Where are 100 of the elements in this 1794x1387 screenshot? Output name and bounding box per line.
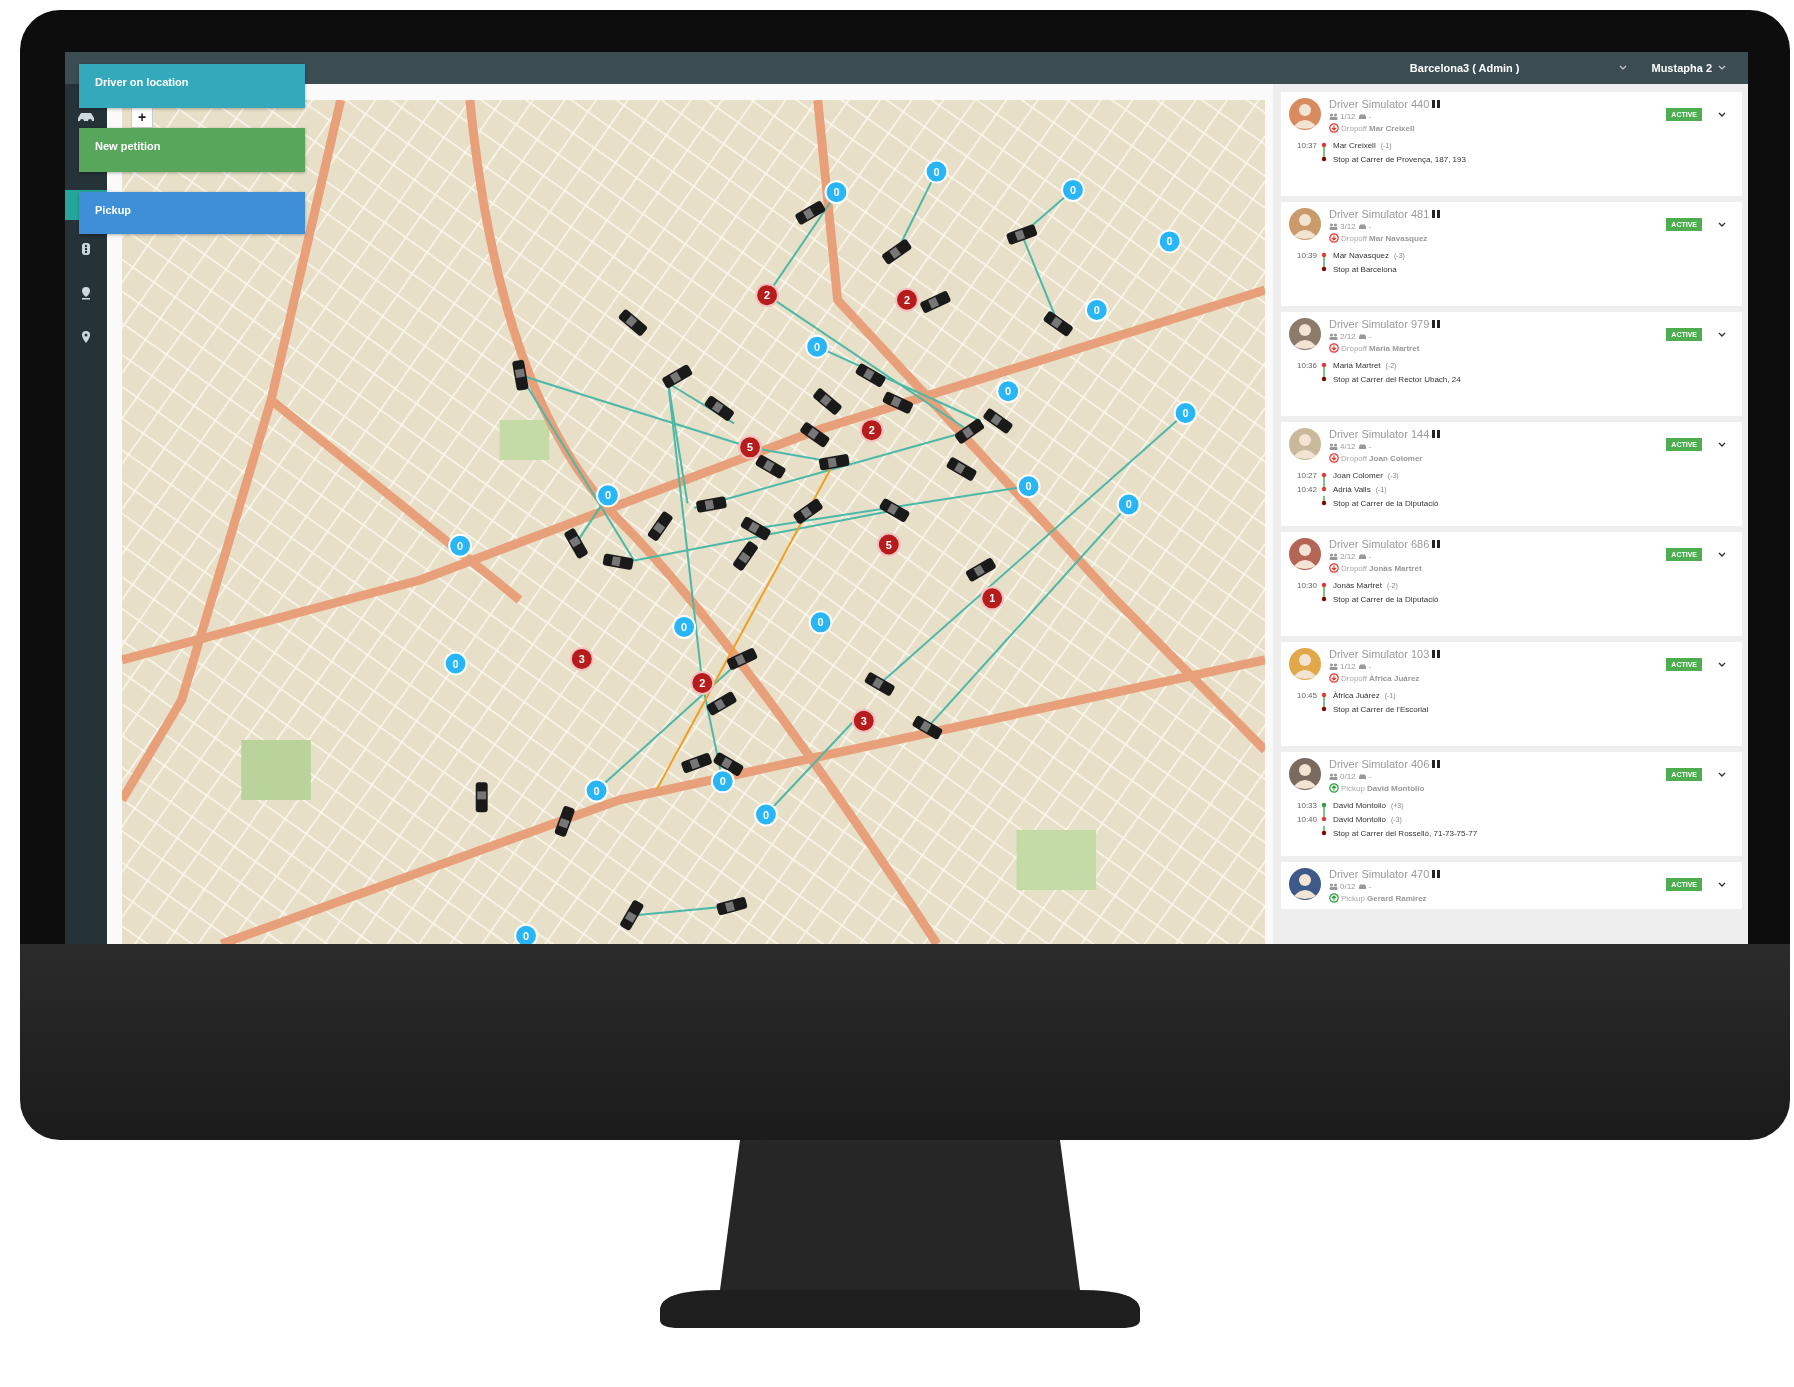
expand-button[interactable] bbox=[1718, 442, 1726, 448]
expand-button[interactable] bbox=[1718, 222, 1726, 228]
pickup-marker[interactable]: 0 bbox=[710, 769, 735, 794]
expand-button[interactable] bbox=[1718, 882, 1726, 888]
car-icon[interactable] bbox=[881, 238, 913, 266]
car-icon[interactable] bbox=[953, 417, 986, 445]
down-arrow-icon bbox=[1329, 233, 1339, 243]
pickup-marker[interactable]: 0 bbox=[808, 610, 833, 635]
car-icon[interactable] bbox=[695, 496, 728, 513]
final-stop: Stop at Barcelona bbox=[1333, 264, 1397, 274]
pickup-marker[interactable]: 0 bbox=[1116, 492, 1141, 517]
car-icon[interactable] bbox=[646, 510, 674, 542]
pickup-marker[interactable]: 0 bbox=[924, 159, 949, 184]
person-pin-icon bbox=[81, 286, 91, 300]
pickup-marker[interactable]: 0 bbox=[1016, 474, 1041, 499]
final-stop: Stop at Carrer del Rector Ubach, 24 bbox=[1333, 374, 1461, 384]
car-icon[interactable] bbox=[739, 515, 772, 542]
car-icon[interactable] bbox=[794, 200, 827, 226]
tenant-selector[interactable]: Barcelona3 ( Admin ) bbox=[1409, 62, 1520, 74]
car-icon bbox=[1357, 113, 1367, 120]
chevron-down-icon[interactable] bbox=[1718, 65, 1726, 71]
car-icon[interactable] bbox=[617, 308, 649, 337]
user-menu[interactable]: Mustapha 2 bbox=[1651, 62, 1712, 74]
car-icon[interactable] bbox=[680, 752, 713, 774]
car-icon[interactable] bbox=[754, 454, 787, 480]
up-arrow-icon bbox=[1329, 893, 1339, 903]
car-icon[interactable] bbox=[554, 805, 576, 838]
car-icon[interactable] bbox=[602, 553, 634, 571]
people-icon bbox=[1329, 883, 1338, 890]
car-icon[interactable] bbox=[792, 497, 824, 525]
car-icon bbox=[1357, 883, 1367, 890]
expand-button[interactable] bbox=[1718, 112, 1726, 118]
pickup-marker[interactable]: 0 bbox=[824, 180, 849, 205]
stop-passenger: Maria Martret bbox=[1333, 360, 1381, 370]
car-icon[interactable] bbox=[965, 557, 997, 583]
car-icon[interactable] bbox=[511, 359, 529, 392]
action-label: Dropoff bbox=[1341, 233, 1368, 243]
driver-name: Driver Simulator 144 bbox=[1329, 428, 1430, 440]
car-icon[interactable] bbox=[982, 407, 1014, 435]
people-icon bbox=[1329, 443, 1338, 450]
pause-icon bbox=[1432, 210, 1441, 218]
pickup-marker[interactable]: 0 bbox=[1173, 401, 1198, 425]
pickup-marker[interactable]: 0 bbox=[996, 379, 1021, 404]
car-icon[interactable] bbox=[818, 453, 850, 471]
driver-name: Driver Simulator 406 bbox=[1329, 758, 1430, 770]
car-icon[interactable] bbox=[799, 421, 831, 449]
cluster-marker[interactable]: 1 bbox=[980, 586, 1005, 611]
car-icon[interactable] bbox=[911, 714, 944, 741]
car-icon[interactable] bbox=[854, 362, 887, 388]
chevron-down-icon bbox=[1718, 552, 1726, 558]
stop-time: 10:36 bbox=[1297, 360, 1319, 370]
action-label: Dropoff bbox=[1341, 343, 1368, 353]
pickup-marker[interactable]: 0 bbox=[448, 533, 473, 558]
car-icon[interactable] bbox=[878, 497, 911, 523]
pickup-marker[interactable]: 0 bbox=[754, 802, 778, 827]
pickup-marker[interactable]: 0 bbox=[443, 651, 468, 676]
expand-button[interactable] bbox=[1718, 772, 1726, 778]
vehicle-text: - bbox=[1368, 772, 1372, 781]
car-icon[interactable] bbox=[715, 896, 748, 916]
car-icon[interactable] bbox=[1042, 310, 1074, 338]
action-passenger: Jonàs Martret bbox=[1369, 563, 1422, 573]
cluster-marker[interactable]: 2 bbox=[690, 670, 715, 695]
pickup-marker[interactable]: 0 bbox=[805, 334, 830, 359]
car-icon[interactable] bbox=[1005, 223, 1038, 246]
car-icon[interactable] bbox=[619, 899, 645, 932]
car-icon bbox=[1357, 443, 1367, 450]
pickup-marker[interactable]: 0 bbox=[596, 483, 620, 508]
pickup-marker[interactable]: 0 bbox=[584, 778, 609, 803]
final-stop: Stop at Carrer de la Diputació bbox=[1333, 498, 1439, 508]
chevron-down-icon[interactable] bbox=[1619, 65, 1628, 71]
pickup-marker[interactable]: 0 bbox=[1157, 229, 1182, 254]
pickup-marker[interactable]: 0 bbox=[514, 923, 538, 944]
car-icon[interactable] bbox=[919, 290, 952, 314]
cluster-marker[interactable]: 2 bbox=[755, 283, 780, 308]
zoom-in-button[interactable]: + bbox=[131, 106, 153, 128]
down-arrow-icon bbox=[1329, 563, 1339, 573]
cluster-marker[interactable]: 2 bbox=[895, 287, 919, 312]
car-icon[interactable] bbox=[661, 363, 694, 390]
cluster-marker[interactable]: 5 bbox=[876, 532, 901, 557]
car-icon[interactable] bbox=[945, 456, 978, 482]
car-icon[interactable] bbox=[863, 671, 896, 697]
final-stop: Stop at Carrer de Provença, 187, 193 bbox=[1333, 154, 1466, 164]
stop-passenger: David Montolio bbox=[1333, 814, 1386, 824]
cluster-marker[interactable]: 3 bbox=[851, 708, 876, 733]
car-icon[interactable] bbox=[732, 540, 759, 572]
expand-button[interactable] bbox=[1718, 662, 1726, 668]
expand-button[interactable] bbox=[1718, 552, 1726, 558]
driver-name: Driver Simulator 979 bbox=[1329, 318, 1430, 330]
chevron-down-icon bbox=[1718, 772, 1726, 778]
car-icon[interactable] bbox=[563, 527, 589, 560]
expand-button[interactable] bbox=[1718, 332, 1726, 338]
cluster-marker[interactable]: 2 bbox=[859, 418, 884, 443]
car-icon[interactable] bbox=[703, 394, 735, 422]
up-arrow-icon bbox=[1329, 783, 1339, 793]
chevron-down-icon bbox=[1718, 112, 1726, 118]
stop-time: 10:30 bbox=[1297, 580, 1319, 590]
car-icon[interactable] bbox=[726, 647, 759, 671]
car-icon[interactable] bbox=[881, 390, 914, 415]
car-icon[interactable] bbox=[705, 690, 738, 717]
cluster-marker[interactable]: 5 bbox=[738, 435, 762, 460]
